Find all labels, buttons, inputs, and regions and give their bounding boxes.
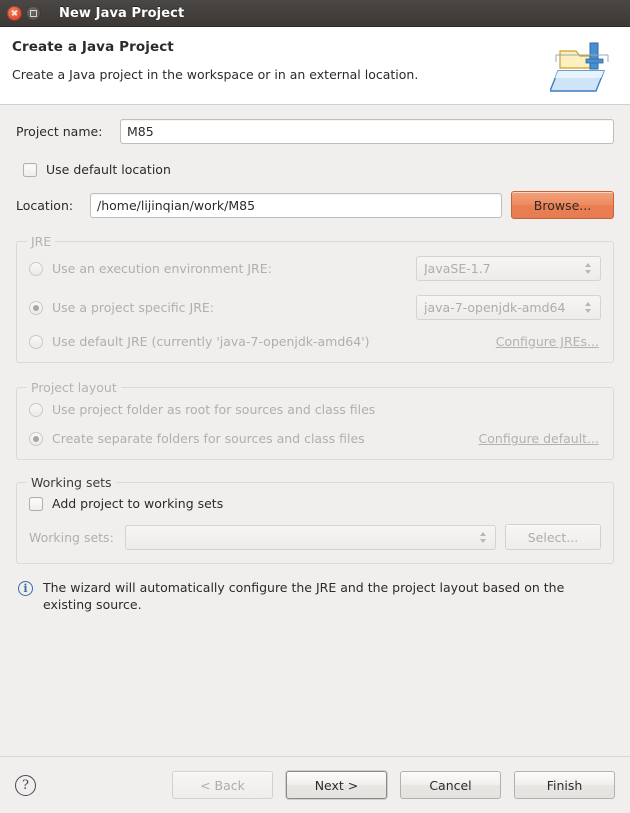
cancel-button[interactable]: Cancel bbox=[400, 771, 501, 799]
use-default-location-row: Use default location bbox=[16, 162, 614, 177]
page-description: Create a Java project in the workspace o… bbox=[12, 67, 419, 82]
radio-icon[interactable] bbox=[29, 402, 43, 417]
add-project-to-working-sets-row[interactable]: Add project to working sets bbox=[29, 496, 601, 511]
execution-environment-combo-value: JavaSE-1.7 bbox=[424, 261, 491, 276]
info-icon: i bbox=[18, 581, 33, 596]
new-java-project-dialog: New Java Project Create a Java Project C… bbox=[0, 0, 630, 813]
jre-group: JRE Use an execution environment JRE: Ja… bbox=[16, 234, 614, 363]
select-working-sets-button[interactable]: Select... bbox=[505, 524, 601, 550]
layout-option-project-folder[interactable]: Use project folder as root for sources a… bbox=[29, 402, 601, 417]
close-icon[interactable] bbox=[7, 5, 22, 21]
layout-option-label: Use project folder as root for sources a… bbox=[52, 402, 376, 417]
jre-option-execution-environment[interactable]: Use an execution environment JRE: JavaSE… bbox=[29, 256, 601, 281]
jre-option-label: Use default JRE (currently 'java-7-openj… bbox=[52, 334, 370, 349]
radio-icon[interactable] bbox=[29, 334, 43, 349]
back-button[interactable]: < Back bbox=[172, 771, 273, 799]
add-project-to-working-sets-checkbox[interactable] bbox=[29, 496, 43, 511]
working-sets-label: Working sets: bbox=[29, 529, 114, 545]
new-java-project-wizard-icon bbox=[548, 35, 614, 97]
execution-environment-combo[interactable]: JavaSE-1.7 bbox=[416, 256, 601, 281]
info-message: i The wizard will automatically configur… bbox=[16, 580, 614, 614]
jre-option-project-specific[interactable]: Use a project specific JRE: java-7-openj… bbox=[29, 295, 601, 320]
window-title: New Java Project bbox=[59, 5, 185, 21]
jre-group-title: JRE bbox=[27, 234, 56, 249]
working-sets-group: Working sets Add project to working sets… bbox=[16, 475, 614, 564]
title-bar: New Java Project bbox=[0, 0, 630, 27]
working-sets-combo[interactable] bbox=[125, 524, 496, 550]
location-row: Location: /home/lijinqian/work/M85 Brows… bbox=[16, 191, 614, 219]
working-sets-group-title: Working sets bbox=[27, 475, 116, 490]
working-sets-row: Working sets: Select... bbox=[29, 524, 601, 550]
info-message-text: The wizard will automatically configure … bbox=[43, 580, 565, 612]
spinner-arrows-icon[interactable] bbox=[581, 259, 594, 279]
wizard-header: Create a Java Project Create a Java proj… bbox=[0, 27, 630, 105]
project-specific-jre-combo-value: java-7-openjdk-amd64 bbox=[424, 300, 566, 315]
layout-option-separate-folders[interactable]: Create separate folders for sources and … bbox=[29, 431, 601, 446]
browse-button[interactable]: Browse... bbox=[511, 191, 614, 219]
finish-button[interactable]: Finish bbox=[514, 771, 615, 799]
project-specific-jre-combo[interactable]: java-7-openjdk-amd64 bbox=[416, 295, 601, 320]
maximize-icon[interactable] bbox=[26, 5, 41, 21]
location-input[interactable]: /home/lijinqian/work/M85 bbox=[90, 192, 502, 218]
radio-icon[interactable] bbox=[29, 431, 43, 446]
radio-icon[interactable] bbox=[29, 300, 43, 315]
project-name-row: Project name: M85 bbox=[16, 119, 614, 144]
project-name-input[interactable]: M85 bbox=[120, 119, 614, 144]
help-icon[interactable]: ? bbox=[15, 774, 36, 796]
jre-option-label: Use a project specific JRE: bbox=[52, 300, 214, 315]
add-project-to-working-sets-label: Add project to working sets bbox=[52, 496, 224, 511]
project-layout-group: Project layout Use project folder as roo… bbox=[16, 380, 614, 460]
project-name-label: Project name: bbox=[16, 124, 103, 139]
spinner-arrows-icon[interactable] bbox=[476, 527, 489, 547]
jre-option-label: Use an execution environment JRE: bbox=[52, 261, 272, 276]
spinner-arrows-icon[interactable] bbox=[581, 298, 594, 318]
location-label: Location: bbox=[16, 197, 74, 213]
next-button[interactable]: Next > bbox=[286, 771, 387, 799]
jre-option-default[interactable]: Use default JRE (currently 'java-7-openj… bbox=[29, 334, 601, 349]
project-layout-group-title: Project layout bbox=[27, 380, 121, 395]
layout-option-label: Create separate folders for sources and … bbox=[52, 431, 365, 446]
configure-jres-link[interactable]: Configure JREs... bbox=[496, 334, 599, 349]
radio-icon[interactable] bbox=[29, 261, 43, 276]
use-default-location-label: Use default location bbox=[46, 162, 171, 177]
page-title: Create a Java Project bbox=[12, 39, 174, 55]
use-default-location-checkbox[interactable] bbox=[23, 162, 37, 177]
dialog-footer: ? < Back Next > Cancel Finish bbox=[0, 756, 630, 813]
configure-default-link[interactable]: Configure default... bbox=[479, 431, 599, 446]
dialog-body: Project name: M85 Use default location L… bbox=[0, 105, 630, 756]
